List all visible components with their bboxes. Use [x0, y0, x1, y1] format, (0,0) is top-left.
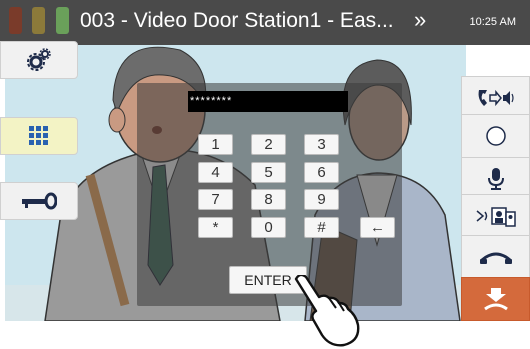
record-button[interactable]: [461, 114, 530, 158]
key-0[interactable]: 0: [251, 217, 286, 238]
key-4[interactable]: 4: [198, 162, 233, 183]
key-7[interactable]: 7: [198, 189, 233, 210]
intercom-screen: 003 - Video Door Station1 - Eas... » 10:…: [0, 0, 530, 349]
key-hash[interactable]: #: [304, 217, 339, 238]
title-bar: 003 - Video Door Station1 - Eas... » 10:…: [0, 0, 530, 45]
pointing-hand-icon: [294, 275, 360, 347]
unlock-button[interactable]: [0, 182, 78, 220]
settings-button[interactable]: [0, 41, 78, 79]
key-1[interactable]: 1: [198, 134, 233, 155]
hang-up-button[interactable]: [461, 277, 530, 321]
key-2[interactable]: 2: [251, 134, 286, 155]
password-input[interactable]: ********: [188, 91, 348, 112]
key-8[interactable]: 8: [251, 189, 286, 210]
transfer-button[interactable]: [461, 194, 530, 238]
camera-status-icon-3: [56, 7, 69, 34]
camera-status-icon-2: [32, 7, 45, 34]
key-5[interactable]: 5: [251, 162, 286, 183]
settings-gear-icon: [27, 48, 51, 71]
key-9[interactable]: 9: [304, 189, 339, 210]
keypad-button[interactable]: [0, 117, 78, 155]
microphone-icon: [487, 168, 504, 190]
call-to-speaker-icon: [478, 89, 514, 107]
clock: 10:25 AM: [469, 16, 516, 28]
key-star[interactable]: *: [198, 217, 233, 238]
keypad-grid-icon: [29, 126, 48, 145]
talk-button[interactable]: [461, 235, 530, 279]
backspace-key[interactable]: ←: [360, 217, 395, 238]
key-3[interactable]: 3: [304, 134, 339, 155]
camera-status-icon-1: [9, 7, 22, 34]
key-6[interactable]: 6: [304, 162, 339, 183]
station-title: 003 - Video Door Station1 - Eas...: [80, 9, 394, 32]
key-unlock-icon: [22, 192, 57, 210]
transfer-picture-icon: [476, 207, 516, 227]
hang-up-icon: [483, 288, 508, 311]
record-circle-icon: [485, 126, 506, 146]
ring-handset-icon: [479, 252, 512, 264]
next-station-icon[interactable]: »: [414, 7, 426, 33]
